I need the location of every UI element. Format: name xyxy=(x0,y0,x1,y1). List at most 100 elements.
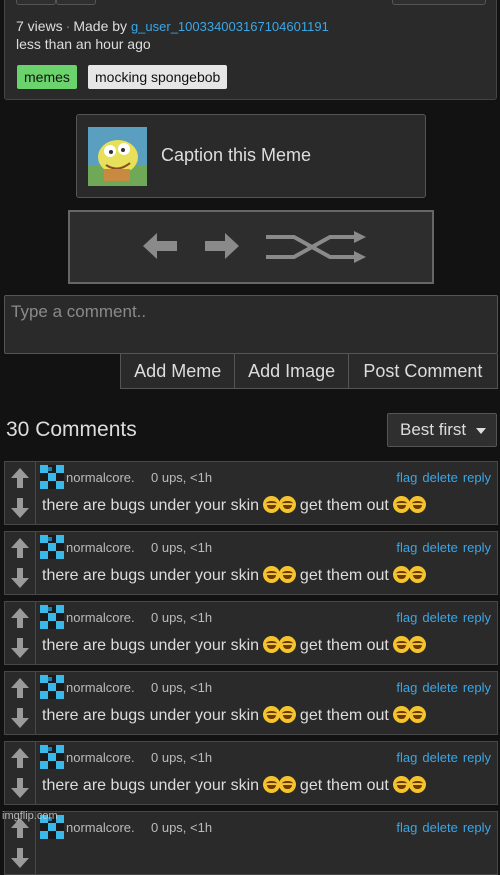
downvote-arrow-icon[interactable] xyxy=(10,497,30,524)
downvote-arrow-icon[interactable] xyxy=(10,777,30,804)
vote-column xyxy=(5,602,36,664)
reply-link[interactable]: reply xyxy=(463,610,491,625)
reply-link[interactable]: reply xyxy=(463,470,491,485)
sort-select[interactable]: Best first xyxy=(387,413,497,447)
downvote-arrow-icon[interactable] xyxy=(10,707,30,734)
watermark: imgflip.com xyxy=(2,810,58,822)
comment-actions: flag delete reply xyxy=(391,820,491,835)
author-link[interactable]: g_user_100334003167104601191 xyxy=(131,19,329,34)
reply-link[interactable]: reply xyxy=(463,820,491,835)
share-button[interactable] xyxy=(392,0,486,5)
comment-text-part-2: get them out xyxy=(299,707,389,724)
laughing-emoji-icon xyxy=(263,636,281,653)
downvote-meme-button[interactable] xyxy=(56,0,96,5)
flag-link[interactable]: flag xyxy=(396,750,417,765)
meme-navigation xyxy=(68,210,434,284)
laughing-emoji-icon xyxy=(279,496,297,513)
made-by-label: Made by xyxy=(73,18,128,34)
reply-link[interactable]: reply xyxy=(463,750,491,765)
comment-username[interactable]: normalcore. xyxy=(66,540,135,555)
laughing-emoji-icon xyxy=(393,566,411,583)
comment-row: normalcore. 0 ups, <1h flag delete reply ther… xyxy=(4,601,498,665)
comment-text: there are bugs under your skin get them … xyxy=(42,566,427,585)
laughing-emoji-icon xyxy=(409,496,427,513)
comment-row: normalcore. 0 ups, <1h flag delete reply ther… xyxy=(4,741,498,805)
laughing-emoji-icon xyxy=(393,636,411,653)
add-image-button[interactable]: Add Image xyxy=(235,354,349,388)
comment-username[interactable]: normalcore. xyxy=(66,470,135,485)
sort-value: Best first xyxy=(400,420,467,439)
laughing-emoji-icon xyxy=(393,496,411,513)
view-count: 7 views xyxy=(16,18,63,34)
laughing-emoji-icon xyxy=(279,566,297,583)
flag-link[interactable]: flag xyxy=(396,470,417,485)
chevron-down-icon xyxy=(476,428,486,434)
comment-text-part-1: there are bugs under your skin xyxy=(42,707,260,724)
flag-link[interactable]: flag xyxy=(396,610,417,625)
downvote-arrow-icon[interactable] xyxy=(10,637,30,664)
vote-column xyxy=(5,672,36,734)
laughing-emoji-icon xyxy=(409,776,427,793)
upvote-arrow-icon[interactable] xyxy=(10,677,30,704)
comment-actions: flag delete reply xyxy=(391,470,491,485)
flag-link[interactable]: flag xyxy=(396,820,417,835)
comment-text-part-1: there are bugs under your skin xyxy=(42,637,260,654)
delete-link[interactable]: delete xyxy=(422,750,457,765)
avatar[interactable] xyxy=(40,535,64,559)
laughing-emoji-icon xyxy=(393,776,411,793)
reply-link[interactable]: reply xyxy=(463,680,491,695)
laughing-emoji-icon xyxy=(409,706,427,723)
vote-column xyxy=(5,532,36,594)
upvote-meme-button[interactable] xyxy=(16,0,56,5)
comment-actions: flag delete reply xyxy=(391,750,491,765)
delete-link[interactable]: delete xyxy=(422,540,457,555)
downvote-arrow-icon[interactable] xyxy=(10,847,30,874)
avatar[interactable] xyxy=(40,745,64,769)
upvote-arrow-icon[interactable] xyxy=(10,607,30,634)
upvote-arrow-icon[interactable] xyxy=(10,467,30,494)
vote-column xyxy=(5,462,36,524)
caption-label: Caption this Meme xyxy=(161,145,312,165)
meme-meta: 7 views · Made by g_user_10033400316710460… xyxy=(16,18,329,34)
comment-meta: 0 ups, <1h xyxy=(151,820,213,835)
upvote-arrow-icon[interactable] xyxy=(10,537,30,564)
comment-row: normalcore. 0 ups, <1h flag delete reply ther… xyxy=(4,461,498,525)
comment-input[interactable] xyxy=(4,295,498,354)
comment-text-part-2: get them out xyxy=(299,637,389,654)
avatar[interactable] xyxy=(40,465,64,489)
comment-username[interactable]: normalcore. xyxy=(66,750,135,765)
laughing-emoji-icon xyxy=(263,566,281,583)
avatar[interactable] xyxy=(40,675,64,699)
arrow-right-icon[interactable] xyxy=(203,230,241,262)
delete-link[interactable]: delete xyxy=(422,820,457,835)
comment-meta: 0 ups, <1h xyxy=(151,470,213,485)
comment-username[interactable]: normalcore. xyxy=(66,820,135,835)
comments-count: 30 Comments xyxy=(6,418,137,441)
flag-link[interactable]: flag xyxy=(396,680,417,695)
comment-text-part-1: there are bugs under your skin xyxy=(42,777,260,794)
upvote-arrow-icon[interactable] xyxy=(10,747,30,774)
posted-time: less than an hour ago xyxy=(16,36,151,52)
downvote-arrow-icon[interactable] xyxy=(10,567,30,594)
comment-text-part-2: get them out xyxy=(299,777,389,794)
comment-text: there are bugs under your skin get them … xyxy=(42,496,427,515)
comment-username[interactable]: normalcore. xyxy=(66,680,135,695)
delete-link[interactable]: delete xyxy=(422,610,457,625)
comment-row: normalcore. 0 ups, <1h flag delete reply ther… xyxy=(4,531,498,595)
delete-link[interactable]: delete xyxy=(422,470,457,485)
arrow-left-icon[interactable] xyxy=(141,230,179,262)
reply-link[interactable]: reply xyxy=(463,540,491,555)
comment-text-part-1: there are bugs under your skin xyxy=(42,567,260,584)
tag-mocking-spongebob[interactable]: mocking spongebob xyxy=(88,65,228,89)
comment-username[interactable]: normalcore. xyxy=(66,610,135,625)
delete-link[interactable]: delete xyxy=(422,680,457,695)
laughing-emoji-icon xyxy=(279,776,297,793)
post-comment-button[interactable]: Post Comment xyxy=(349,354,497,388)
tag-memes[interactable]: memes xyxy=(17,65,77,89)
add-meme-button[interactable]: Add Meme xyxy=(121,354,236,388)
shuffle-icon[interactable] xyxy=(264,229,368,265)
avatar[interactable] xyxy=(40,605,64,629)
comment-text-part-2: get them out xyxy=(299,497,389,514)
comment-text: there are bugs under your skin get them … xyxy=(42,706,427,725)
flag-link[interactable]: flag xyxy=(396,540,417,555)
